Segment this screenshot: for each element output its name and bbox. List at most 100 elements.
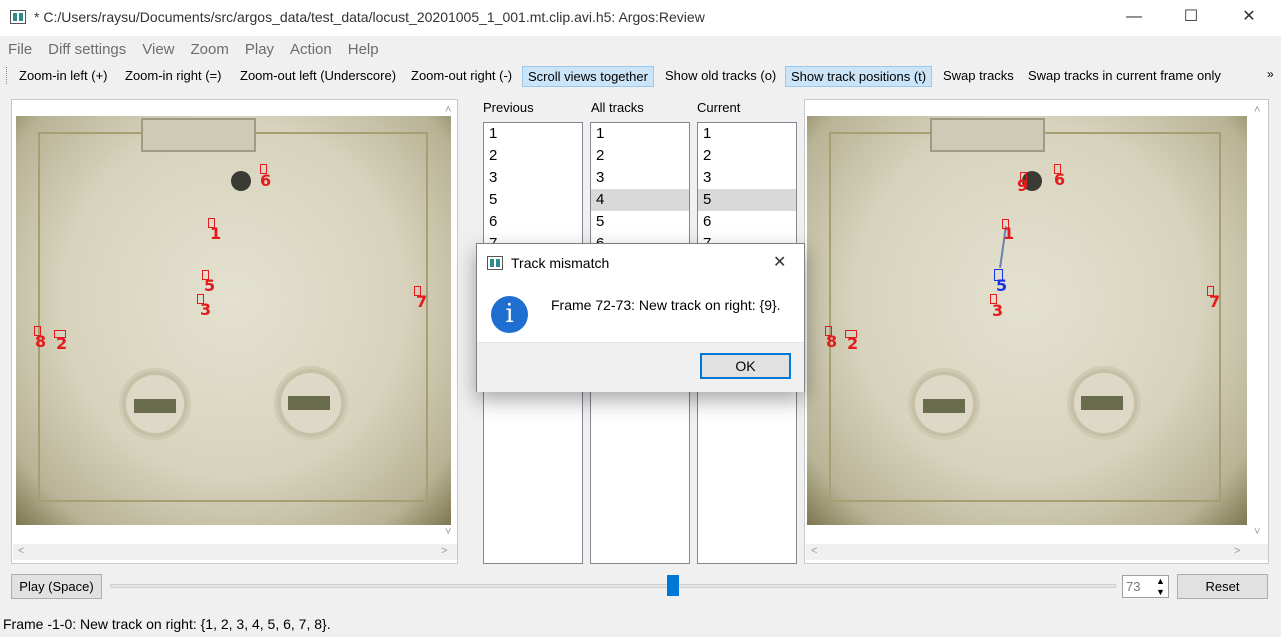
play-button[interactable]: Play (Space) — [11, 574, 102, 599]
left-vertical-scrollbar[interactable]: ˄ ˅ — [443, 104, 457, 544]
track-label: 2 — [56, 334, 68, 353]
list-item[interactable]: 3 — [484, 167, 582, 189]
current-list-label: Current — [697, 100, 741, 115]
track-label: 7 — [416, 292, 428, 311]
list-item[interactable]: 3 — [698, 167, 796, 189]
list-item[interactable]: 2 — [484, 145, 582, 167]
dialog-footer: OK — [477, 342, 804, 392]
scroll-down-icon[interactable]: ˅ — [1254, 526, 1260, 538]
zoom-out-left-button[interactable]: Zoom-out left (Underscore) — [235, 66, 401, 87]
track-label: 6 — [1054, 170, 1066, 189]
maximize-button[interactable]: ☐ — [1168, 0, 1214, 34]
zoom-in-right-button[interactable]: Zoom-in right (=) — [120, 66, 226, 87]
menu-file[interactable]: File — [0, 38, 40, 58]
right-frame-view[interactable]: 9 6 1 5 3 7 8 2 ˄ ˅ < > — [804, 99, 1269, 564]
list-item[interactable]: 5 — [591, 211, 689, 233]
track-label: 6 — [260, 171, 272, 190]
list-item[interactable]: 1 — [698, 123, 796, 145]
selected-track-label: 5 — [996, 276, 1008, 295]
zoom-out-right-button[interactable]: Zoom-out right (-) — [406, 66, 517, 87]
list-item[interactable]: 6 — [484, 211, 582, 233]
list-item[interactable]: 2 — [698, 145, 796, 167]
scroll-down-icon[interactable]: ˅ — [445, 526, 451, 538]
app-icon — [10, 10, 26, 24]
track-label: 3 — [992, 301, 1004, 320]
spin-down-icon[interactable]: ▼ — [1156, 587, 1165, 597]
track-label: 5 — [204, 276, 216, 295]
arena-feeder — [141, 118, 256, 152]
list-item[interactable]: 2 — [591, 145, 689, 167]
track-label: 8 — [826, 332, 838, 351]
show-track-positions-toggle[interactable]: Show track positions (t) — [785, 66, 933, 87]
scroll-up-icon[interactable]: ˄ — [445, 104, 451, 116]
track-mismatch-dialog: Track mismatch ✕ i Frame 72-73: New trac… — [476, 243, 805, 392]
list-item[interactable]: 1 — [591, 123, 689, 145]
right-horizontal-scrollbar[interactable]: < > — [806, 544, 1268, 560]
menu-help[interactable]: Help — [340, 38, 387, 58]
list-item-selected[interactable]: 5 — [698, 189, 796, 211]
dialog-close-button[interactable]: ✕ — [773, 252, 786, 272]
menu-play[interactable]: Play — [237, 38, 282, 58]
window-title: * C:/Users/raysu/Documents/src/argos_dat… — [34, 9, 705, 25]
info-icon: i — [491, 296, 528, 333]
track-label: 7 — [1209, 292, 1221, 311]
title-bar: * C:/Users/raysu/Documents/src/argos_dat… — [0, 0, 1281, 36]
list-item[interactable]: 3 — [591, 167, 689, 189]
arena-pad-left — [134, 399, 176, 413]
menu-diff-settings[interactable]: Diff settings — [40, 38, 134, 58]
scroll-left-icon[interactable]: < — [811, 545, 817, 557]
toolbar: Zoom-in left (+) Zoom-in right (=) Zoom-… — [0, 64, 1281, 88]
arena-pad-left — [923, 399, 965, 413]
frame-spinbox-value[interactable]: 73 — [1126, 579, 1140, 594]
spin-up-icon[interactable]: ▲ — [1156, 576, 1165, 586]
arena-feeder — [930, 118, 1045, 152]
menu-bar: File Diff settings View Zoom Play Action Help — [0, 38, 1281, 62]
dialog-app-icon-bar — [490, 259, 494, 267]
dialog-app-icon — [487, 256, 503, 270]
status-bar-text: Frame -1-0: New track on right: {1, 2, 3… — [3, 616, 331, 632]
reset-button[interactable]: Reset — [1177, 574, 1268, 599]
show-old-tracks-toggle[interactable]: Show old tracks (o) — [660, 66, 781, 87]
menu-zoom[interactable]: Zoom — [183, 38, 237, 58]
toolbar-grip[interactable] — [6, 67, 9, 84]
right-arena-image: 9 6 1 5 3 7 8 2 — [807, 116, 1247, 525]
scroll-right-icon[interactable]: > — [441, 545, 447, 557]
scroll-up-icon[interactable]: ˄ — [1254, 104, 1260, 116]
menu-action[interactable]: Action — [282, 38, 340, 58]
arena-dark-spot — [231, 171, 251, 191]
frame-slider-handle[interactable] — [667, 575, 679, 596]
zoom-in-left-button[interactable]: Zoom-in left (+) — [14, 66, 113, 87]
list-item[interactable]: 5 — [484, 189, 582, 211]
dialog-message: Frame 72-73: New track on right: {9}. — [551, 297, 781, 313]
dialog-title: Track mismatch — [511, 255, 610, 271]
minimize-button[interactable]: — — [1111, 0, 1157, 34]
track-label: 2 — [847, 334, 859, 353]
scroll-views-together-toggle[interactable]: Scroll views together — [522, 66, 654, 87]
ok-button[interactable]: OK — [700, 353, 791, 379]
left-frame-view[interactable]: 6 1 5 3 7 8 2 ˄ ˅ < > — [11, 99, 458, 564]
toolbar-overflow-icon[interactable]: » — [1267, 67, 1274, 81]
track-label: 1 — [1003, 224, 1015, 243]
track-label: 9 — [1017, 176, 1029, 195]
scroll-right-icon[interactable]: > — [1234, 545, 1240, 557]
menu-view[interactable]: View — [134, 38, 182, 58]
arena-pad-right — [1081, 396, 1123, 410]
swap-tracks-button[interactable]: Swap tracks — [938, 66, 1019, 87]
swap-tracks-current-frame-button[interactable]: Swap tracks in current frame only — [1023, 66, 1226, 87]
scroll-left-icon[interactable]: < — [18, 545, 24, 557]
arena-pad-right — [288, 396, 330, 410]
track-label: 3 — [200, 300, 212, 319]
list-item-selected[interactable]: 4 — [591, 189, 689, 211]
list-item[interactable]: 1 — [484, 123, 582, 145]
previous-list-label: Previous — [483, 100, 534, 115]
dialog-app-icon-bar — [496, 259, 500, 267]
right-vertical-scrollbar[interactable]: ˄ ˅ — [1252, 104, 1266, 544]
frame-spinbox[interactable]: 73 ▲ ▼ — [1122, 575, 1169, 598]
close-button[interactable]: ✕ — [1226, 0, 1272, 34]
left-horizontal-scrollbar[interactable]: < > — [13, 544, 457, 560]
track-label: 1 — [210, 224, 222, 243]
all-tracks-list-label: All tracks — [591, 100, 644, 115]
track-label: 8 — [35, 332, 47, 351]
frame-slider-track[interactable] — [110, 584, 1116, 588]
list-item[interactable]: 6 — [698, 211, 796, 233]
